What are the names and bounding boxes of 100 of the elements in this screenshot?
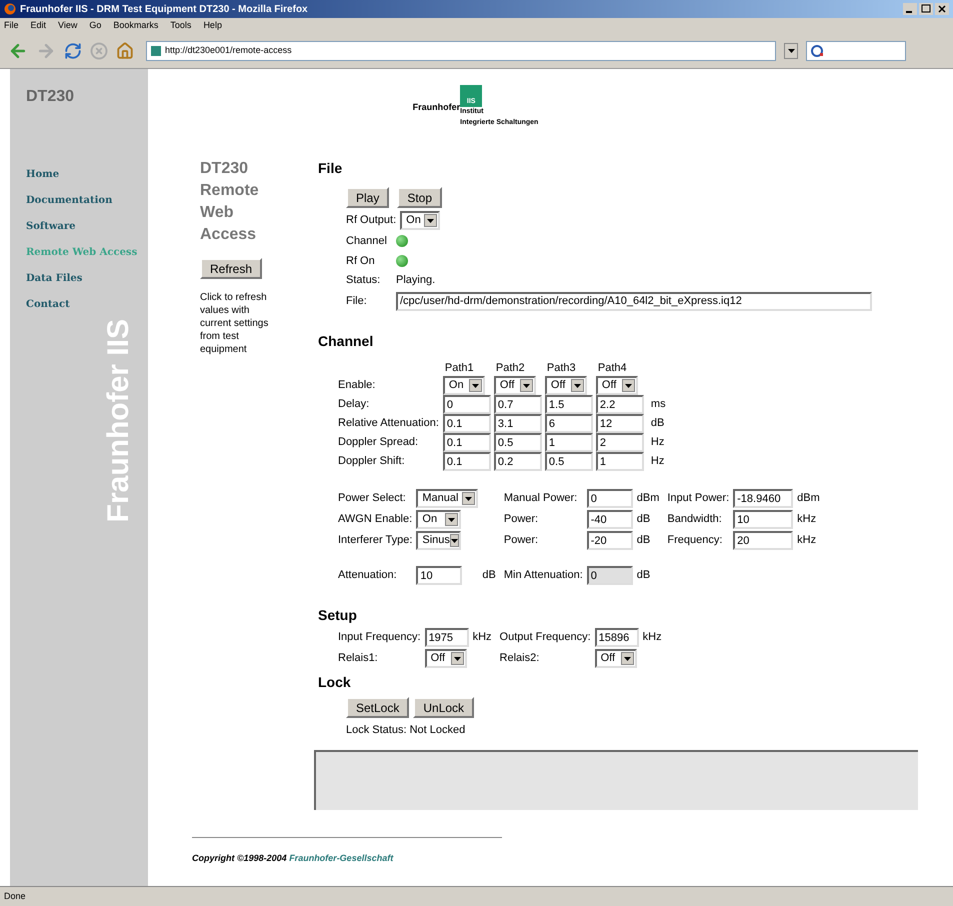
input-field[interactable]: 2.2: [596, 395, 644, 414]
input-field[interactable]: 10: [416, 566, 462, 585]
field-label: Input Frequency:: [338, 631, 421, 644]
menu-item[interactable]: File: [4, 18, 19, 32]
unit-label: dB: [650, 417, 664, 430]
input-field[interactable]: 0.7: [494, 395, 542, 414]
field-label: File:: [346, 294, 368, 309]
status-bar-text: Done: [4, 890, 26, 903]
search-field[interactable]: [806, 40, 906, 60]
field-label: Power:: [504, 513, 538, 526]
unit-label: ms: [650, 398, 666, 410]
sidebar-title: DT230: [25, 87, 76, 107]
unit-label: dB: [636, 569, 650, 582]
dropdown[interactable]: Off: [594, 649, 637, 668]
input-field[interactable]: 2: [596, 433, 644, 452]
input-field[interactable]: 0: [586, 489, 633, 508]
input-field[interactable]: 1: [544, 433, 593, 452]
menu-item[interactable]: View: [58, 18, 78, 32]
field-label: Delay:: [338, 398, 370, 410]
nav-link[interactable]: Home: [26, 167, 148, 182]
address-field[interactable]: http://dt230e001/remote-access: [146, 40, 776, 60]
unit-label: dB: [636, 513, 650, 526]
field-label: Channel: [346, 234, 388, 249]
input-field[interactable]: 0.1: [442, 414, 491, 433]
dropdown[interactable]: Off: [544, 376, 587, 395]
caret-icon: [788, 48, 794, 52]
caret-icon: [450, 534, 459, 547]
menu-item[interactable]: Help: [203, 18, 222, 32]
caret-icon: [570, 379, 584, 392]
input-field[interactable]: 0.5: [494, 433, 542, 452]
input-field[interactable]: 3.1: [494, 414, 542, 433]
menu-item[interactable]: Edit: [30, 18, 46, 32]
field-label: Power Select:: [338, 492, 406, 504]
form-button[interactable]: Refresh: [200, 258, 262, 279]
field-label: Status:: [346, 273, 382, 288]
footer-link[interactable]: Fraunhofer-Gesellschaft: [289, 852, 394, 862]
field-label: Attenuation:: [338, 569, 397, 582]
nav-link[interactable]: Contact: [26, 297, 148, 312]
dropdown[interactable]: Off: [424, 649, 467, 668]
input-field[interactable]: 1975: [424, 628, 469, 647]
dropdown[interactable]: Off: [494, 376, 536, 395]
input-field[interactable]: 0.1: [442, 452, 491, 471]
input-field[interactable]: 1.5: [544, 395, 593, 414]
lock-status: Lock Status: Not Locked: [346, 724, 466, 736]
input-field[interactable]: 0.2: [494, 452, 542, 471]
field-label: Rf Output:: [346, 213, 396, 228]
field-label: Min Attenuation:: [504, 569, 583, 582]
close-icon[interactable]: [935, 3, 949, 15]
field-label: Enable:: [338, 379, 376, 392]
caret-icon: [424, 214, 438, 227]
caret-icon: [445, 513, 458, 526]
dropdown[interactable]: On: [442, 376, 485, 395]
caret-icon: [450, 652, 464, 665]
menu-item[interactable]: Bookmarks: [113, 18, 158, 32]
section-heading: Channel: [318, 332, 374, 350]
form-button[interactable]: UnLock: [413, 697, 474, 718]
input-field[interactable]: 1: [596, 452, 644, 471]
dropdown[interactable]: On: [416, 510, 462, 529]
form-button[interactable]: Stop: [397, 187, 442, 208]
form-button[interactable]: Play: [346, 187, 390, 208]
input-field[interactable]: 0.5: [544, 452, 593, 471]
unit-label: kHz: [642, 631, 662, 644]
input-field[interactable]: -18.9460: [733, 489, 794, 508]
input-field[interactable]: -20: [586, 531, 633, 550]
reload-icon[interactable]: [64, 42, 82, 60]
input-field[interactable]: 20: [733, 531, 794, 550]
field-label: Manual Power:: [504, 492, 578, 504]
dropdown[interactable]: Manual: [416, 489, 478, 508]
menu-item[interactable]: Tools: [170, 18, 192, 32]
dropdown[interactable]: On: [400, 211, 440, 230]
field-label: Rf On: [346, 254, 376, 268]
nav-link[interactable]: Data Files: [26, 271, 148, 286]
field-label: Bandwidth:: [667, 513, 722, 526]
nav-link[interactable]: Documentation: [26, 193, 148, 208]
input-field[interactable]: 0: [442, 395, 491, 414]
dropdown[interactable]: Sinus: [416, 531, 462, 550]
url-text: http://dt230e001/remote-access: [165, 44, 292, 57]
menu-item[interactable]: Go: [89, 18, 102, 32]
copyright-text: Copyright ©1998-2004: [192, 852, 288, 862]
nav-link[interactable]: Software: [26, 219, 148, 234]
input-field[interactable]: 15896: [594, 628, 639, 647]
input-field[interactable]: /cpc/user/hd-drm/demonstration/recording/A10_64l2_bit_eXpress.iq12: [396, 292, 872, 310]
dropdown[interactable]: Off: [596, 376, 638, 395]
caret-icon: [622, 379, 635, 392]
maximize-icon[interactable]: [919, 3, 933, 15]
unit-label: kHz: [797, 534, 816, 546]
input-field[interactable]: 6: [544, 414, 593, 433]
form-button[interactable]: SetLock: [346, 697, 410, 718]
status-text: Playing.: [396, 273, 436, 288]
unit-label: dB: [482, 569, 496, 582]
field-label: Input Power:: [667, 492, 730, 504]
input-field[interactable]: 0.1: [442, 433, 491, 452]
input-field[interactable]: 10: [733, 510, 794, 529]
input-field[interactable]: 12: [596, 414, 644, 433]
input-field[interactable]: -40: [586, 510, 633, 529]
minimize-icon[interactable]: [903, 3, 917, 15]
browser-icon: [4, 3, 16, 15]
column-header: Path4: [598, 362, 627, 374]
field-label: Relais1:: [338, 652, 378, 664]
dropdown-button[interactable]: [784, 42, 798, 58]
